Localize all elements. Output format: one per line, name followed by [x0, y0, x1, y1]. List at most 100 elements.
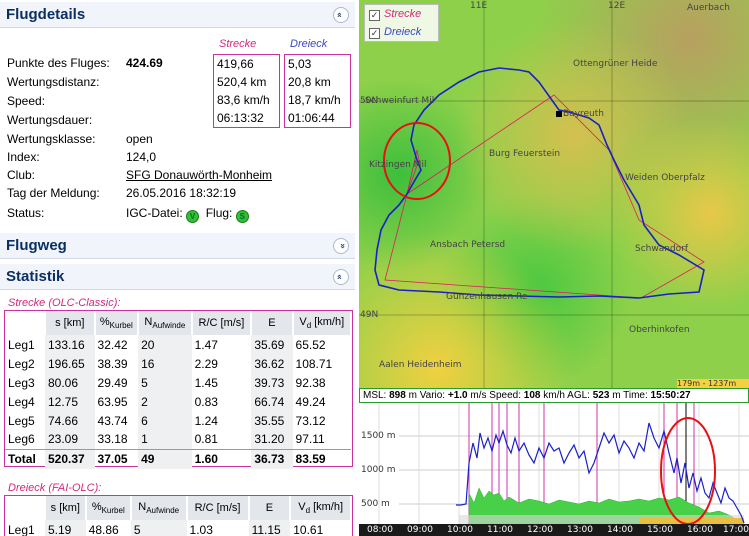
vario-label: m Vario: [408, 390, 446, 401]
elevation-scale: 179m - 1237m [677, 379, 749, 388]
map-label-ansbach: Ansbach Petersd [430, 240, 506, 250]
speed-label: m/s Speed: [470, 390, 521, 401]
map-label-burg-feuerstein: Burg Feuerstein [489, 149, 561, 159]
strecke-checkbox[interactable]: ✓ [369, 10, 380, 21]
total-row: Total 520.37 37.05 49 1.60 36.73 83.59 [5, 448, 351, 469]
wertungsklasse-value: open [126, 132, 153, 146]
table-cell: 1 [138, 430, 192, 449]
table-cell: 5 [138, 373, 192, 392]
map-label-kitzingen: Kitzingen Mil [369, 160, 427, 170]
table-cell: 33.18 [97, 432, 128, 447]
map-legend: ✓ Strecke ✓ Dreieck [364, 4, 439, 42]
dreieck-box: 5,03 20,8 km 18,7 km/h 01:06:44 [284, 54, 351, 128]
table-cell: 0.83 [194, 394, 218, 409]
statistik-header[interactable]: Statistik » [0, 264, 355, 290]
index-value: 124,0 [126, 150, 157, 164]
dreieck-distanz: 20,8 km [288, 75, 331, 89]
map-label-bayreuth: Bayreuth [563, 109, 604, 119]
table-cell: Leg1 [8, 337, 35, 352]
speed-value: 108 [523, 390, 541, 401]
strecke-box: 419,66 520,4 km 83,6 km/h 06:13:32 [213, 54, 280, 128]
table-cell: 5.19 [45, 520, 86, 536]
table-cell: 38.39 [97, 356, 128, 371]
table-cell: 11.15 [248, 520, 291, 536]
barogram[interactable]: 1500 m 1000 m 500 m 08:00 09:00 10:00 11… [359, 403, 749, 536]
x-tick: 09:00 [407, 525, 433, 535]
x-tick: 16:00 [687, 525, 713, 535]
expand-icon[interactable]: » [333, 238, 349, 254]
table-cell: 196.65 [45, 354, 95, 373]
col-leg [5, 496, 46, 520]
table-cell: 108.71 [295, 356, 333, 371]
club-link[interactable]: SFG Donauwörth-Monheim [126, 166, 272, 184]
flugweg-header[interactable]: Flugweg » [0, 233, 355, 259]
strecke-distanz: 520,4 km [217, 75, 267, 89]
flugweg-title: Flugweg [6, 237, 67, 254]
col-vd: Vd [km/h] [292, 311, 353, 335]
col-s-km: s [km] [45, 311, 96, 335]
total-e: 36.73 [251, 448, 293, 469]
table-cell: 73.12 [295, 413, 326, 428]
strecke-punkte: 419,66 [217, 57, 254, 71]
col-leg [5, 311, 46, 335]
flugdetails-title: Flugdetails [6, 6, 86, 23]
table-row: Leg5 74.66 43.74 6 1.24 35.55 73.12 [5, 411, 351, 430]
table-cell: 2 [138, 392, 192, 411]
x-tick: 08:00 [367, 525, 393, 535]
map-label-schweinfurt: Schweinfurt Mil [365, 96, 435, 106]
label-status: Status: [7, 206, 45, 220]
msl-label: MSL: [363, 390, 387, 401]
label-wertungsdistanz: Wertungsdistanz: [7, 75, 100, 89]
label-punkte: Punkte des Fluges: [7, 56, 110, 70]
table-cell: Leg2 [8, 356, 35, 371]
table-cell: 133.16 [45, 335, 95, 354]
table-cell: 32.42 [97, 337, 128, 352]
legend-dreieck[interactable]: ✓ Dreieck [365, 23, 438, 41]
table-cell: 1.03 [189, 522, 213, 536]
table-cell: 97.11 [295, 432, 325, 447]
strecke-column-header: Strecke [219, 38, 257, 50]
col-e: E [248, 496, 292, 520]
table-cell: 35.69 [251, 335, 293, 354]
agl-label: km/h AGL: [543, 390, 590, 401]
flugdetails-header[interactable]: Flugdetails » [0, 2, 355, 28]
flug-status-icon[interactable]: S [235, 210, 249, 223]
table-cell: 65.52 [295, 337, 326, 352]
legend-strecke-label: Strecke [384, 8, 422, 20]
col-vd: Vd [km/h] [290, 496, 352, 520]
time-label: m Time: [612, 390, 648, 401]
y-tick-1500: 1500 m [361, 431, 396, 441]
grid-label-11e: 11E [470, 1, 488, 11]
table-cell: Leg5 [8, 413, 35, 428]
time-axis: 08:00 09:00 10:00 11:00 12:00 13:00 14:0… [359, 524, 749, 536]
igc-valid-icon[interactable]: V [186, 210, 200, 223]
flight-info-bar: MSL: 898 m Vario: +1.0 m/s Speed: 108 km… [359, 388, 749, 403]
olc-classic-table: s [km] %Kurbel NAufwinde R/C [m/s] E Vd … [4, 310, 353, 469]
x-tick: 10:00 [447, 525, 473, 535]
collapse-icon[interactable]: » [333, 269, 349, 285]
strecke-speed: 83,6 km/h [217, 93, 270, 107]
legend-strecke[interactable]: ✓ Strecke [365, 5, 438, 23]
flight-map[interactable]: ✓ Strecke ✓ Dreieck 11E 12E 50N 49N Auerba… [359, 0, 749, 388]
map-label-aalen: Aalen Heidenheim [379, 360, 462, 370]
tag-value: 26.05.2016 18:32:19 [126, 186, 237, 200]
table-cell: 66.74 [251, 392, 293, 411]
table-cell: 35.55 [251, 411, 293, 430]
col-e: E [251, 311, 294, 335]
olc-classic-title: Strecke (OLC-Classic): [8, 297, 121, 309]
total-vd: 83.59 [292, 448, 351, 469]
flight-details-panel: Flugdetails » Strecke Dreieck Punkte des… [0, 0, 357, 536]
table-cell: 36.62 [251, 354, 293, 373]
col-rc: R/C [m/s] [186, 496, 250, 520]
table-row: Leg1 133.16 32.42 20 1.47 35.69 65.52 [5, 335, 351, 354]
collapse-icon[interactable]: » [333, 7, 349, 23]
flug-label: Flug: [205, 206, 233, 220]
table-row: Leg1 5.19 48.86 5 1.03 11.15 10.61 [5, 520, 351, 536]
table-cell: 1.24 [194, 413, 218, 428]
table-cell: 74.66 [45, 411, 95, 430]
table-cell: 1.47 [194, 337, 218, 352]
map-label-oberhinkofen: Oberhinkofen [629, 325, 690, 335]
dreieck-checkbox[interactable]: ✓ [369, 28, 380, 39]
table-cell: 10.61 [293, 522, 324, 536]
table-row: Leg2 196.65 38.39 16 2.29 36.62 108.71 [5, 354, 351, 373]
